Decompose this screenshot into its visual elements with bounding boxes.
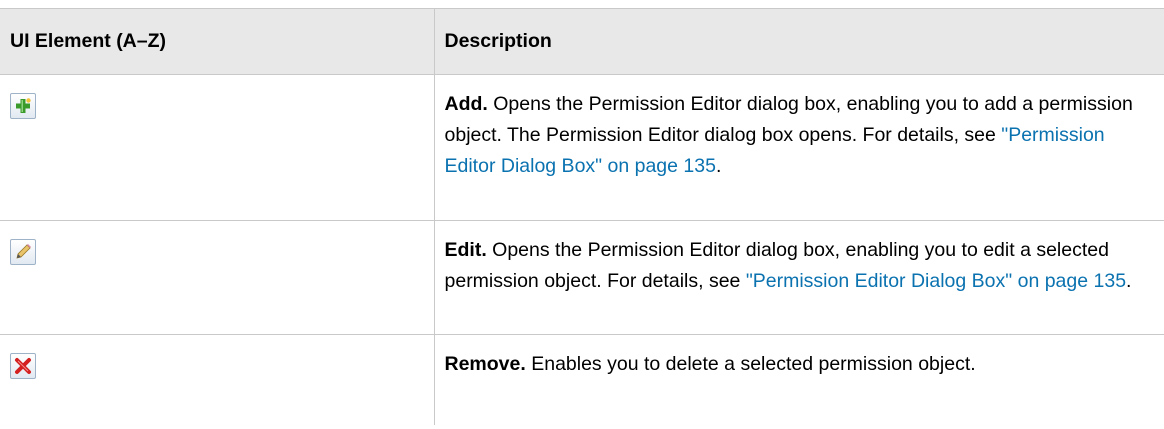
add-icon[interactable] bbox=[10, 93, 36, 119]
ui-elements-table: UI Element (A–Z) Description Add. Opens … bbox=[0, 8, 1164, 425]
table-row: Edit. Opens the Permission Editor dialog… bbox=[0, 220, 1164, 335]
table-row: Remove. Enables you to delete a selected… bbox=[0, 334, 1164, 425]
description-cell: Remove. Enables you to delete a selected… bbox=[434, 335, 1164, 425]
description-cell: Add. Opens the Permission Editor dialog … bbox=[434, 74, 1164, 221]
header-description: Description bbox=[434, 8, 1164, 75]
term-edit: Edit. bbox=[444, 239, 487, 261]
term-remove: Remove. bbox=[444, 353, 526, 375]
description-tail: . bbox=[1126, 270, 1132, 292]
remove-icon[interactable] bbox=[10, 353, 36, 379]
term-add: Add. bbox=[444, 93, 488, 115]
ui-element-cell bbox=[0, 220, 435, 335]
ui-element-cell bbox=[0, 74, 435, 221]
table-header-row: UI Element (A–Z) Description bbox=[0, 8, 1164, 75]
table-row: Add. Opens the Permission Editor dialog … bbox=[0, 74, 1164, 221]
permission-editor-link[interactable]: "Permission Editor Dialog Box" on page 1… bbox=[746, 270, 1126, 292]
description-cell: Edit. Opens the Permission Editor dialog… bbox=[434, 220, 1164, 335]
edit-icon[interactable] bbox=[10, 239, 36, 265]
header-ui-element: UI Element (A–Z) bbox=[0, 8, 435, 75]
ui-element-cell bbox=[0, 334, 435, 425]
description-text: Enables you to delete a selected permiss… bbox=[525, 353, 976, 375]
description-tail: . bbox=[715, 155, 722, 177]
